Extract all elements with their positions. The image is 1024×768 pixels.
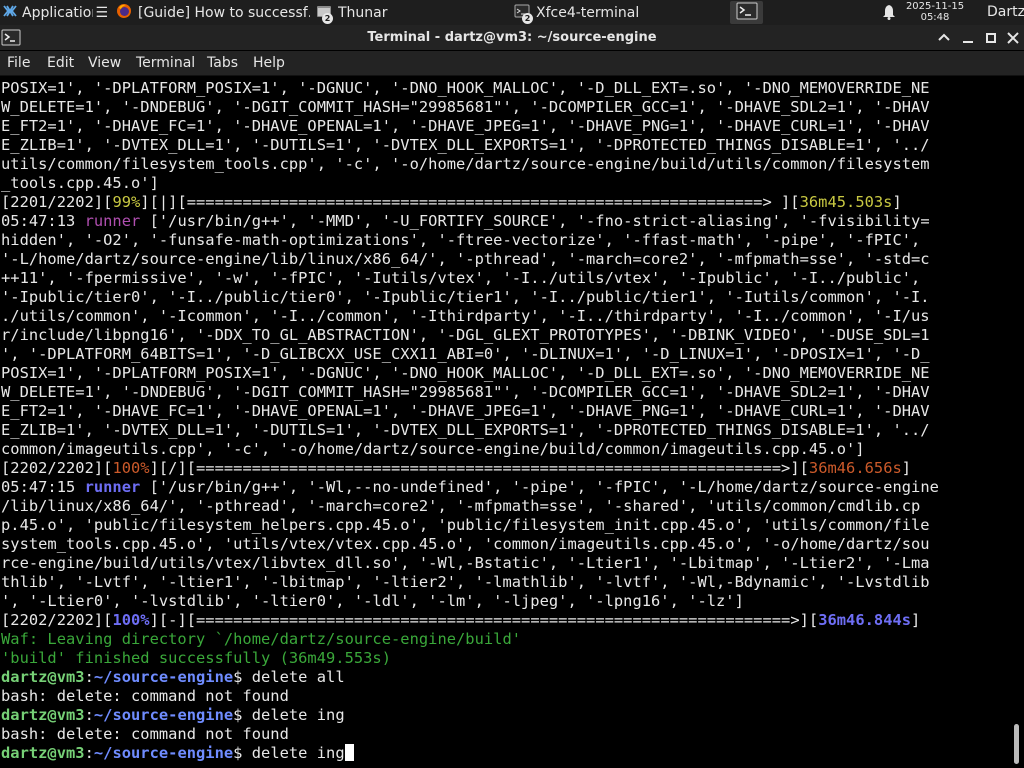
- prompt-user: dartz@vm3: [1, 744, 85, 762]
- prompt-user: dartz@vm3: [1, 706, 85, 724]
- progress-line: [2201/2202][99%][|][====================…: [1, 193, 902, 211]
- runner-label: runner: [84, 478, 141, 496]
- top-panel: Applications ☰ [Guide] How to successf… …: [0, 0, 1024, 25]
- terminal-scrollbar[interactable]: [1010, 76, 1024, 768]
- taskbar-item-label: Xfce4-terminal: [536, 4, 640, 21]
- taskbar-item-label: [Guide] How to successf…: [138, 4, 310, 21]
- clock-date: 2025-11-15: [905, 1, 965, 12]
- progress-percent: 100%: [112, 459, 150, 477]
- window-count-badge: 2: [322, 13, 333, 24]
- command-input[interactable]: delete ing: [252, 744, 345, 762]
- xfce-logo-icon: [2, 3, 18, 23]
- prompt-path: ~/source-engine: [93, 668, 234, 686]
- build-finished-message: 'build' finished successfully (36m49.553…: [1, 649, 392, 667]
- menu-help[interactable]: Help: [253, 55, 285, 71]
- notification-bell-icon[interactable]: [881, 4, 897, 24]
- elapsed-time: 36m45.503s: [799, 193, 893, 211]
- shade-button[interactable]: [936, 30, 952, 46]
- command-text: delete ing: [251, 706, 345, 724]
- elapsed-time: 36m46.656s: [808, 459, 902, 477]
- prompt-path: ~/source-engine: [93, 744, 234, 762]
- close-button[interactable]: [1005, 30, 1021, 46]
- taskbar-item-label: Thunar: [338, 4, 388, 21]
- menu-bar: File Edit View Terminal Tabs Help: [0, 51, 1024, 76]
- maximize-button[interactable]: [983, 30, 999, 46]
- taskbar-item-thunar[interactable]: 2 Thunar: [310, 1, 510, 24]
- terminal-icon[interactable]: [1, 29, 21, 50]
- waf-leaving-message: Waf: Leaving directory `/home/dartz/sour…: [1, 630, 522, 648]
- taskbar-item-firefox[interactable]: [Guide] How to successf…: [110, 1, 310, 24]
- applications-label: Applications: [22, 4, 93, 21]
- menu-file[interactable]: File: [7, 55, 30, 71]
- error-message: bash: delete: command not found: [1, 687, 289, 705]
- minimize-button[interactable]: [960, 30, 976, 46]
- terminal-output[interactable]: POSIX=1', '-DPLATFORM_POSIX=1', '-DGNUC'…: [0, 76, 1010, 768]
- prompt-line[interactable]: dartz@vm3:~/source-engine$ delete ing: [1, 744, 354, 762]
- scrollbar-thumb[interactable]: [1014, 724, 1019, 764]
- window-titlebar[interactable]: Terminal - dartz@vm3: ~/source-engine: [0, 25, 1024, 50]
- text-cursor: [344, 744, 354, 761]
- taskbar-item-terminal[interactable]: 2 Xfce4-terminal: [508, 1, 712, 24]
- window-count-badge: 2: [522, 13, 533, 24]
- menu-separator-icon: ☰: [95, 4, 108, 21]
- error-message: bash: delete: command not found: [1, 725, 289, 743]
- terminal-launcher-button[interactable]: [730, 1, 763, 24]
- prompt-line: dartz@vm3:~/source-engine$ delete all: [1, 668, 345, 686]
- elapsed-time: 36m46.844s: [818, 611, 912, 629]
- progress-line: [2202/2202][100%][-][===================…: [1, 611, 921, 629]
- terminal-icon: [736, 2, 758, 24]
- clock[interactable]: 2025-11-15 05:48: [905, 0, 965, 25]
- user-menu[interactable]: Dartz: [987, 4, 1024, 20]
- progress-percent: 100%: [112, 611, 150, 629]
- menu-terminal[interactable]: Terminal: [136, 55, 195, 71]
- menu-tabs[interactable]: Tabs: [207, 55, 238, 71]
- runner-label: runner: [84, 212, 141, 230]
- command-text: delete all: [251, 668, 345, 686]
- firefox-icon: [116, 3, 132, 23]
- progress-percent: 99%: [112, 193, 141, 211]
- prompt-path: ~/source-engine: [93, 706, 234, 724]
- output-text: POSIX=1', '-DPLATFORM_POSIX=1', '-DGNUC'…: [1, 79, 930, 192]
- progress-line: [2202/2202][100%][/][===================…: [1, 459, 912, 477]
- clock-time: 05:48: [920, 12, 950, 23]
- window-title: Terminal - dartz@vm3: ~/source-engine: [367, 30, 657, 45]
- prompt-user: dartz@vm3: [1, 668, 85, 686]
- menu-view[interactable]: View: [88, 55, 121, 71]
- runner-line: 05:47:15 runner ['/usr/bin/g++', '-Wl,--…: [1, 478, 939, 610]
- menu-edit[interactable]: Edit: [47, 55, 74, 71]
- runner-line: 05:47:13 runner ['/usr/bin/g++', '-MMD',…: [1, 212, 930, 458]
- prompt-line: dartz@vm3:~/source-engine$ delete ing: [1, 706, 345, 724]
- applications-menu-button[interactable]: Applications ☰: [0, 0, 108, 25]
